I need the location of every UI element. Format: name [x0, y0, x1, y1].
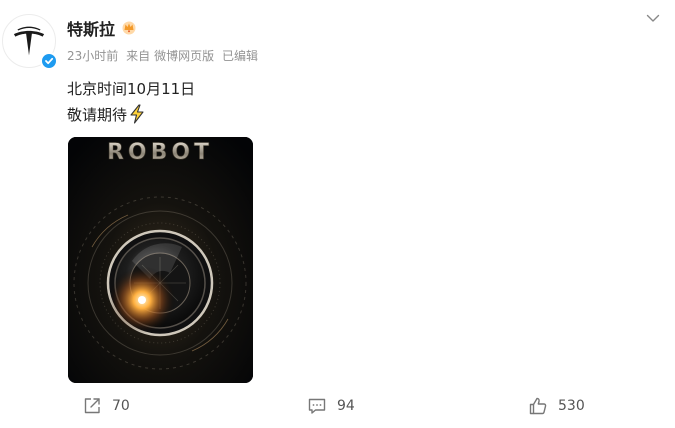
comment-button[interactable]: 94 [307, 394, 355, 418]
author-name[interactable]: 特斯拉 [67, 16, 115, 40]
post-time[interactable]: 23小时前 [67, 49, 118, 63]
like-button[interactable]: 530 [528, 394, 585, 418]
post-image[interactable]: ROBOT [68, 137, 253, 383]
source-link[interactable]: 微博网页版 [154, 49, 214, 63]
post-text-line-1: 北京时间10月11日 [67, 80, 196, 98]
lightning-emoji-icon [130, 104, 144, 124]
post-text-line-2-label: 敬请期待 [67, 106, 128, 124]
post-meta: 23小时前 来自 微博网页版 已编辑 [67, 47, 262, 64]
share-button[interactable]: 70 [82, 394, 130, 418]
chevron-down-icon[interactable] [645, 10, 661, 26]
poster-title: ROBOT [107, 140, 213, 165]
thumbs-up-icon [529, 397, 547, 415]
post-text-line-2: 敬请期待 [67, 104, 146, 125]
comment-count: 94 [337, 398, 355, 414]
source-prefix: 来自 [126, 49, 151, 63]
share-icon [84, 398, 100, 414]
edited-label[interactable]: 已编辑 [222, 49, 258, 63]
vip-crown-icon [122, 21, 136, 35]
comment-icon [308, 398, 326, 414]
like-count: 530 [558, 398, 585, 414]
tesla-logo-icon [13, 26, 45, 56]
verified-badge-icon [40, 52, 58, 70]
robot-lens-poster-image: ROBOT [68, 137, 253, 383]
share-count: 70 [112, 398, 130, 414]
